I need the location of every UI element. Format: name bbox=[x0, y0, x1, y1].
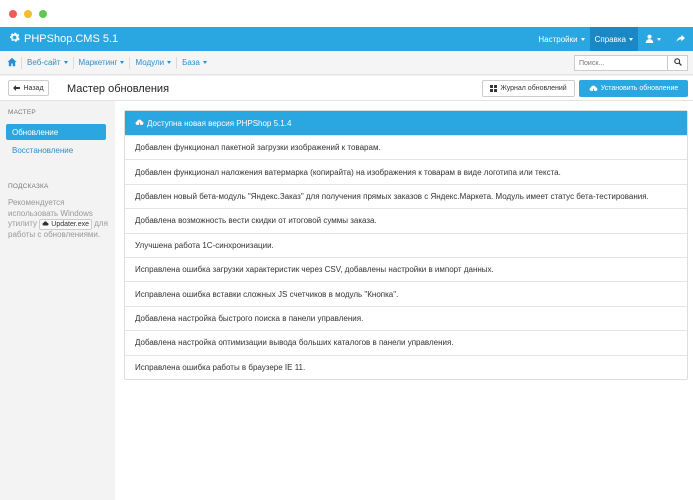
logout-button[interactable] bbox=[668, 27, 693, 51]
install-update-label: Установить обновление bbox=[600, 85, 679, 92]
changelog-item: Исправлена ошибка загрузки характеристик… bbox=[125, 256, 687, 282]
cloud-download-icon bbox=[135, 119, 144, 127]
cloud-download-icon bbox=[42, 221, 49, 227]
changelog-item: Добавлен новый бета-модуль "Яндекс.Заказ… bbox=[125, 183, 687, 209]
nav-help[interactable]: Справка bbox=[589, 27, 638, 51]
install-update-button[interactable]: Установить обновление bbox=[579, 80, 688, 97]
nav-settings-label: Настройки bbox=[538, 34, 578, 44]
sidebar-heading-hint: Подсказка bbox=[8, 183, 49, 190]
sidebar: Мастер Обновление Восстановление Подсказ… bbox=[0, 101, 115, 500]
caret-down-icon bbox=[657, 37, 661, 41]
menu-marketing-label: Маркетинг bbox=[78, 58, 118, 67]
changelog-item-text: Добавлен функционал наложения ватермарка… bbox=[135, 167, 561, 177]
changelog-item: Улучшена работа 1С-синхронизации. bbox=[125, 232, 687, 257]
user-icon bbox=[645, 34, 654, 45]
nav-settings[interactable]: Настройки bbox=[533, 27, 589, 51]
updater-tool-label: Updater.exe bbox=[51, 221, 90, 228]
changelog-item-text: Добавлена настройка оптимизации вывода б… bbox=[135, 338, 454, 348]
caret-down-icon bbox=[167, 61, 172, 65]
changelog-item-text: Исправлена ошибка вставки сложных JS сче… bbox=[135, 289, 399, 299]
updater-tool-badge: Updater.exe bbox=[39, 219, 93, 230]
share-icon bbox=[676, 34, 685, 45]
caret-down-icon bbox=[63, 61, 68, 65]
update-journal-label: Журнал обновлений bbox=[500, 85, 567, 92]
top-navbar: PHPShop.CMS 5.1 Настройки Справка bbox=[0, 27, 693, 51]
caret-down-icon bbox=[580, 37, 585, 41]
sidebar-item-update[interactable]: Обновление bbox=[6, 124, 106, 140]
back-button[interactable]: Назад bbox=[8, 80, 49, 96]
window-titlebar bbox=[0, 0, 693, 27]
update-panel-header: Доступна новая версия PHPShop 5.1.4 bbox=[125, 111, 687, 135]
search-button[interactable] bbox=[668, 55, 688, 71]
changelog-item-text: Добавлена настройка быстрого поиска в па… bbox=[135, 313, 364, 323]
search-input[interactable] bbox=[574, 55, 668, 71]
changelog-item-text: Добавлена возможность вести скидки от ит… bbox=[135, 216, 377, 226]
menu-marketing[interactable]: Маркетинг bbox=[72, 57, 130, 69]
sidebar-item-restore[interactable]: Восстановление bbox=[6, 142, 106, 158]
sidebar-item-label: Восстановление bbox=[12, 145, 74, 155]
sidebar-item-label: Обновление bbox=[12, 127, 59, 137]
menu-website[interactable]: Веб-сайт bbox=[21, 57, 73, 69]
window-minimize-button[interactable] bbox=[24, 10, 32, 18]
brand[interactable]: PHPShop.CMS 5.1 bbox=[9, 27, 118, 51]
update-panel: Доступна новая версия PHPShop 5.1.4 Доба… bbox=[124, 110, 688, 380]
changelog-item-text: Улучшена работа 1С-синхронизации. bbox=[135, 240, 274, 250]
page-toolbar: Назад Мастер обновления Журнал обновлени… bbox=[0, 76, 693, 101]
arrow-left-icon bbox=[13, 85, 21, 91]
menu-database[interactable]: База bbox=[176, 57, 212, 69]
brand-title: PHPShop.CMS 5.1 bbox=[24, 33, 119, 45]
grid-icon bbox=[490, 85, 498, 92]
page-title: Мастер обновления bbox=[67, 82, 170, 95]
update-panel-title: Доступна новая версия PHPShop 5.1.4 bbox=[147, 118, 292, 128]
main-content: Доступна новая версия PHPShop 5.1.4 Доба… bbox=[115, 101, 693, 500]
changelog-item: Добавлен функционал наложения ватермарка… bbox=[125, 159, 687, 184]
menu-database-label: База bbox=[182, 58, 200, 67]
sidebar-heading-wizard: Мастер bbox=[8, 109, 36, 116]
window-close-button[interactable] bbox=[9, 10, 17, 18]
hint-text: Рекомендуется использовать Windows утили… bbox=[8, 198, 108, 241]
window-maximize-button[interactable] bbox=[39, 10, 47, 18]
caret-down-icon bbox=[629, 37, 633, 41]
changelog-item: Добавлена настройка быстрого поиска в па… bbox=[125, 305, 687, 331]
nav-help-label: Справка bbox=[594, 34, 626, 44]
update-journal-button[interactable]: Журнал обновлений bbox=[482, 80, 575, 97]
caret-down-icon bbox=[202, 61, 207, 65]
menu-modules-label: Модули bbox=[135, 58, 165, 67]
changelog-item-text: Исправлена ошибка работы в браузере IE 1… bbox=[135, 362, 306, 372]
changelog-item: Добавлена настройка оптимизации вывода б… bbox=[125, 330, 687, 355]
changelog-item-text: Добавлен функционал пакетной загрузки из… bbox=[135, 143, 381, 153]
home-icon[interactable] bbox=[7, 57, 17, 67]
caret-down-icon bbox=[120, 61, 125, 65]
changelog-item: Добавлен функционал пакетной загрузки из… bbox=[125, 135, 687, 160]
changelog-item-text: Добавлен новый бета-модуль "Яндекс.Заказ… bbox=[135, 191, 649, 201]
changelog-item: Исправлена ошибка работы в браузере IE 1… bbox=[125, 354, 687, 379]
menu-modules[interactable]: Модули bbox=[129, 57, 176, 69]
menu-website-label: Веб-сайт bbox=[27, 58, 61, 67]
cloud-download-icon bbox=[589, 85, 598, 93]
search-icon bbox=[673, 58, 682, 68]
changelog-item-text: Исправлена ошибка загрузки характеристик… bbox=[135, 265, 494, 275]
changelog-item: Добавлена возможность вести скидки от ит… bbox=[125, 208, 687, 233]
changelog-item: Исправлена ошибка вставки сложных JS сче… bbox=[125, 281, 687, 306]
user-menu[interactable] bbox=[638, 27, 668, 51]
back-button-label: Назад bbox=[23, 84, 44, 92]
gear-icon bbox=[9, 32, 20, 46]
